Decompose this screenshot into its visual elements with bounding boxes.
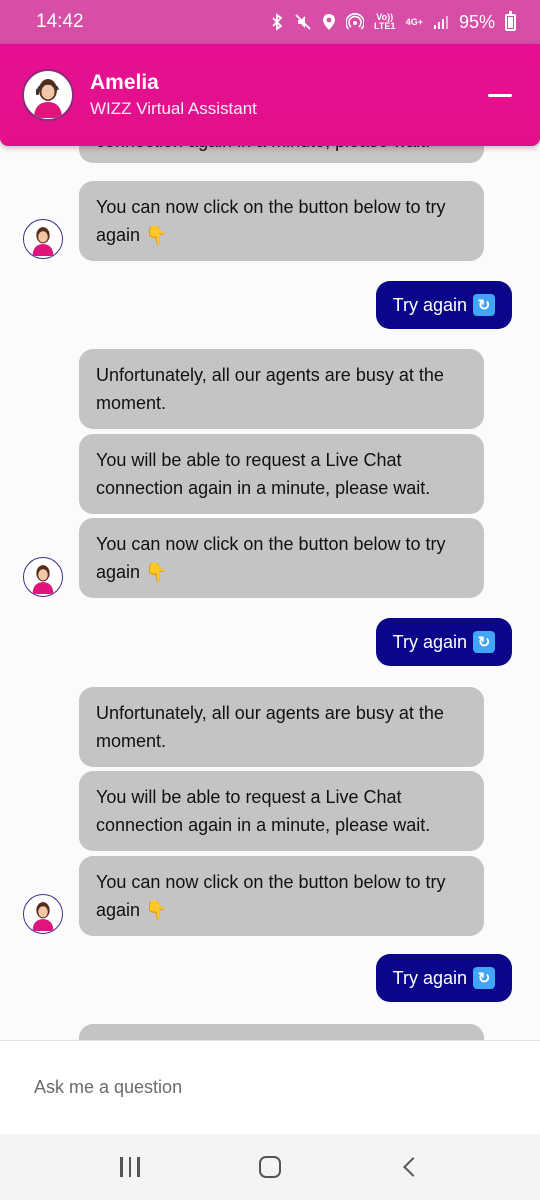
bot-avatar [23,557,63,597]
bot-message: You can now click on the button below to… [79,518,484,598]
minimize-icon [488,93,512,97]
chat-header: Amelia WIZZ Virtual Assistant [0,44,540,146]
system-nav-bar [0,1134,540,1200]
refresh-icon: ↻ [473,967,495,989]
hotspot-icon [345,13,364,31]
status-time: 14:42 [36,11,84,32]
bluetooth-icon [270,13,284,31]
bot-message: You will be able to request a Live Chat … [79,771,484,851]
try-again-label: Try again [392,294,467,315]
assistant-name: Amelia [90,71,159,94]
battery-icon [505,10,516,31]
message-text: You will be able to request a Live Chat … [96,450,431,498]
assistant-avatar [22,69,74,121]
message-text: Unfortunately, all our agents are busy a… [96,703,444,751]
back-icon [403,1157,423,1177]
refresh-icon: ↻ [473,294,495,316]
try-again-label: Try again [392,967,467,988]
mute-icon [294,13,312,31]
bot-avatar [23,894,63,934]
try-again-button[interactable]: Try again ↻ [375,618,512,666]
assistant-subtitle: WIZZ Virtual Assistant [90,99,257,118]
message-input[interactable] [34,1077,506,1098]
bot-avatar [23,219,63,259]
try-again-button[interactable]: Try again ↻ [375,954,512,1002]
message-input-bar [0,1040,540,1134]
chat-log[interactable]: connection again in a minute, please wai… [0,130,540,1040]
status-bar: 14:42 Vo)) LTE1 4G+ 95% [0,0,540,44]
recents-icon [120,1157,140,1177]
bot-message: You can now click on the button below to… [79,856,484,936]
bot-message: You can now click on the button below to… [79,181,484,261]
pointing-down-icon: 👇 [145,225,168,245]
home-button[interactable] [245,1142,295,1192]
try-again-label: Try again [392,631,467,652]
message-text: You will be able to request a Live Chat … [96,787,431,835]
message-text: Unfortunately, all our agents are busy a… [96,365,444,413]
bot-message: You will be able to request a Live Chat … [79,434,484,514]
bot-message: Unfortunately, all our agents are busy a… [79,349,484,429]
home-icon [259,1156,281,1178]
back-button[interactable] [385,1142,435,1192]
battery-percent: 95% [458,11,495,32]
try-again-button[interactable]: Try again ↻ [375,281,512,329]
bot-message: Unfortunately, all our agents are busy a… [79,687,484,767]
location-icon [322,13,336,31]
recents-button[interactable] [105,1142,155,1192]
bot-message-partial [79,1024,484,1040]
pointing-down-icon: 👇 [145,900,168,920]
network-label-lte: Vo)) LTE1 [374,12,396,31]
pointing-down-icon: 👇 [145,562,168,582]
minimize-button[interactable] [482,77,518,113]
signal-icon [433,14,449,30]
refresh-icon: ↻ [473,631,495,653]
system-icons: Vo)) LTE1 4G+ 95% [270,10,516,33]
network-label-4g: 4G+ [405,16,423,27]
